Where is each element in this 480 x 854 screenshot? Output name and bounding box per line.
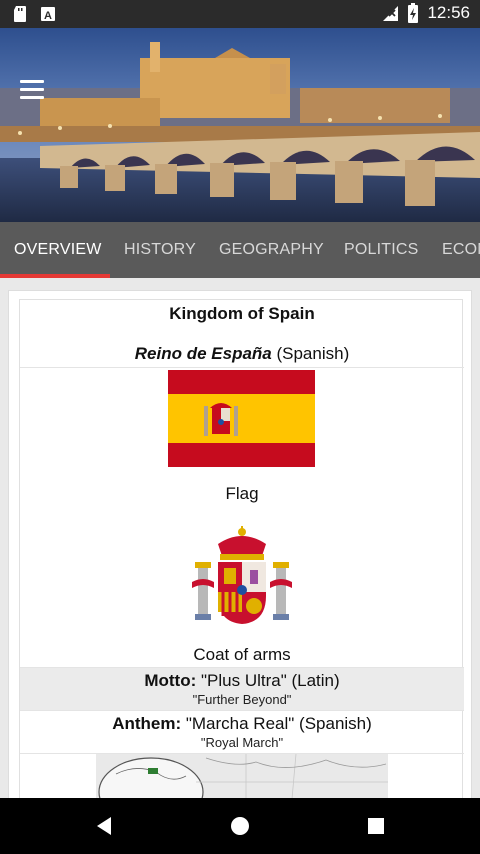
native-name: Reino de España [134,344,272,363]
flag-caption: Flag [225,484,259,503]
motto-translation: "Further Beyond" [192,692,292,707]
native-language: (Spanish) [271,344,350,363]
anthem-label: Anthem: [112,714,182,733]
hero-image [0,28,480,222]
motto-row: Motto: "Plus Ultra" (Latin) "Further Bey… [20,668,464,711]
tab-economy[interactable]: ECON [442,222,480,278]
a-notification-icon: A [41,7,55,22]
home-icon[interactable] [228,814,252,838]
sd-card-icon [14,6,26,22]
coat-caption: Coat of arms [193,645,291,664]
recents-icon[interactable] [364,814,388,838]
anthem-row: Anthem: "Marcha Real" (Spanish) "Royal M… [20,711,464,754]
status-bar: A 12:56 [0,0,480,28]
content-area[interactable]: Kingdom of Spain Reino de España (Spanis… [0,278,480,810]
svg-text:A: A [44,10,52,22]
tab-politics[interactable]: POLITICS [344,222,419,278]
overview-card: Kingdom of Spain Reino de España (Spanis… [8,290,472,810]
section-tabs: OVERVIEW HISTORY GEOGRAPHY POLITICS ECON [0,222,480,278]
motto-value: "Plus Ultra" (Latin) [196,671,340,690]
tab-geography[interactable]: GEOGRAPHY [219,222,324,278]
motto-label: Motto: [144,671,197,690]
battery-charging-icon [408,3,419,23]
no-signal-icon [383,6,399,21]
tab-history[interactable]: HISTORY [124,222,196,278]
infobox-title-row: Kingdom of Spain Reino de España (Spanis… [20,300,464,368]
infobox-images: Flag Coat of arms [20,368,464,668]
country-infobox: Kingdom of Spain Reino de España (Spanis… [19,299,464,810]
anthem-translation: "Royal March" [200,735,284,750]
anthem-value: "Marcha Real" (Spanish) [181,714,372,733]
back-icon[interactable] [93,814,117,838]
spain-flag-image[interactable] [168,370,315,467]
tab-overview[interactable]: OVERVIEW [14,222,102,278]
system-nav-bar [0,798,480,854]
native-name-line: Reino de España (Spanish) [20,344,464,364]
country-name: Kingdom of Spain [169,304,315,323]
cordoba-bridge-photo [0,28,480,222]
menu-button[interactable] [20,80,46,100]
coat-of-arms-image[interactable] [190,526,294,626]
motto-line: Motto: "Plus Ultra" (Latin) [20,671,464,691]
anthem-line: Anthem: "Marcha Real" (Spanish) [20,714,464,734]
clock: 12:56 [427,3,470,22]
